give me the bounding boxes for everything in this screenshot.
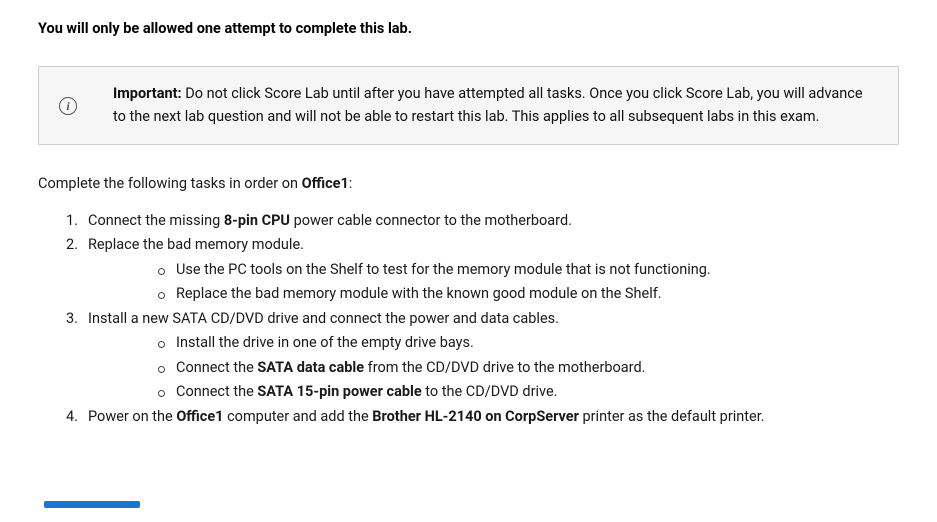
task-4-pre: Power on the xyxy=(88,408,176,425)
task-3-sub-2: Connect the SATA data cable from the CD/… xyxy=(176,357,899,379)
task-3-sub-3-post: to the CD/DVD drive. xyxy=(422,383,558,400)
task-3-text: Install a new SATA CD/DVD drive and conn… xyxy=(88,310,559,327)
task-3-sublist: Install the drive in one of the empty dr… xyxy=(88,332,899,403)
task-2: Replace the bad memory module. Use the P… xyxy=(88,234,899,305)
task-3-sub-3-bold: SATA 15-pin power cable xyxy=(257,383,421,400)
task-3-sub-2-post: from the CD/DVD drive to the motherboard… xyxy=(364,359,645,376)
task-1-pre: Connect the missing xyxy=(88,212,224,229)
important-label: Important: xyxy=(113,85,182,102)
task-3: Install a new SATA CD/DVD drive and conn… xyxy=(88,308,899,404)
page-heading: You will only be allowed one attempt to … xyxy=(38,18,899,40)
task-1: Connect the missing 8-pin CPU power cabl… xyxy=(88,210,899,232)
task-4: Power on the Office1 computer and add th… xyxy=(88,406,899,428)
important-notice-text: Important: Do not click Score Lab until … xyxy=(91,83,874,128)
task-list: Connect the missing 8-pin CPU power cabl… xyxy=(38,210,899,428)
task-2-sub-2: Replace the bad memory module with the k… xyxy=(176,283,899,305)
important-notice: i Important: Do not click Score Lab unti… xyxy=(38,66,899,145)
task-4-bold-1: Office1 xyxy=(176,408,223,425)
intro-pre: Complete the following tasks in order on xyxy=(38,175,302,192)
task-4-bold-2: Brother HL-2140 on CorpServer xyxy=(372,408,579,425)
task-3-sub-1: Install the drive in one of the empty dr… xyxy=(176,332,899,354)
task-3-sub-3: Connect the SATA 15-pin power cable to t… xyxy=(176,381,899,403)
task-1-bold: 8-pin CPU xyxy=(224,212,290,229)
task-1-post: power cable connector to the motherboard… xyxy=(290,212,572,229)
intro-target: Office1 xyxy=(302,175,349,192)
task-3-sub-2-bold: SATA data cable xyxy=(257,359,364,376)
tasks-intro: Complete the following tasks in order on… xyxy=(38,173,899,195)
task-2-sublist: Use the PC tools on the Shelf to test fo… xyxy=(88,259,899,306)
task-2-sub-1: Use the PC tools on the Shelf to test fo… xyxy=(176,259,899,281)
intro-post: : xyxy=(349,175,353,192)
important-body: Do not click Score Lab until after you h… xyxy=(113,85,863,124)
info-icon: i xyxy=(59,97,77,115)
task-4-mid: computer and add the xyxy=(224,408,373,425)
task-2-text: Replace the bad memory module. xyxy=(88,236,304,253)
task-3-sub-2-pre: Connect the xyxy=(176,359,257,376)
info-icon-wrap: i xyxy=(59,97,77,115)
task-4-post: printer as the default printer. xyxy=(579,408,765,425)
task-3-sub-3-pre: Connect the xyxy=(176,383,257,400)
progress-indicator xyxy=(44,501,140,508)
